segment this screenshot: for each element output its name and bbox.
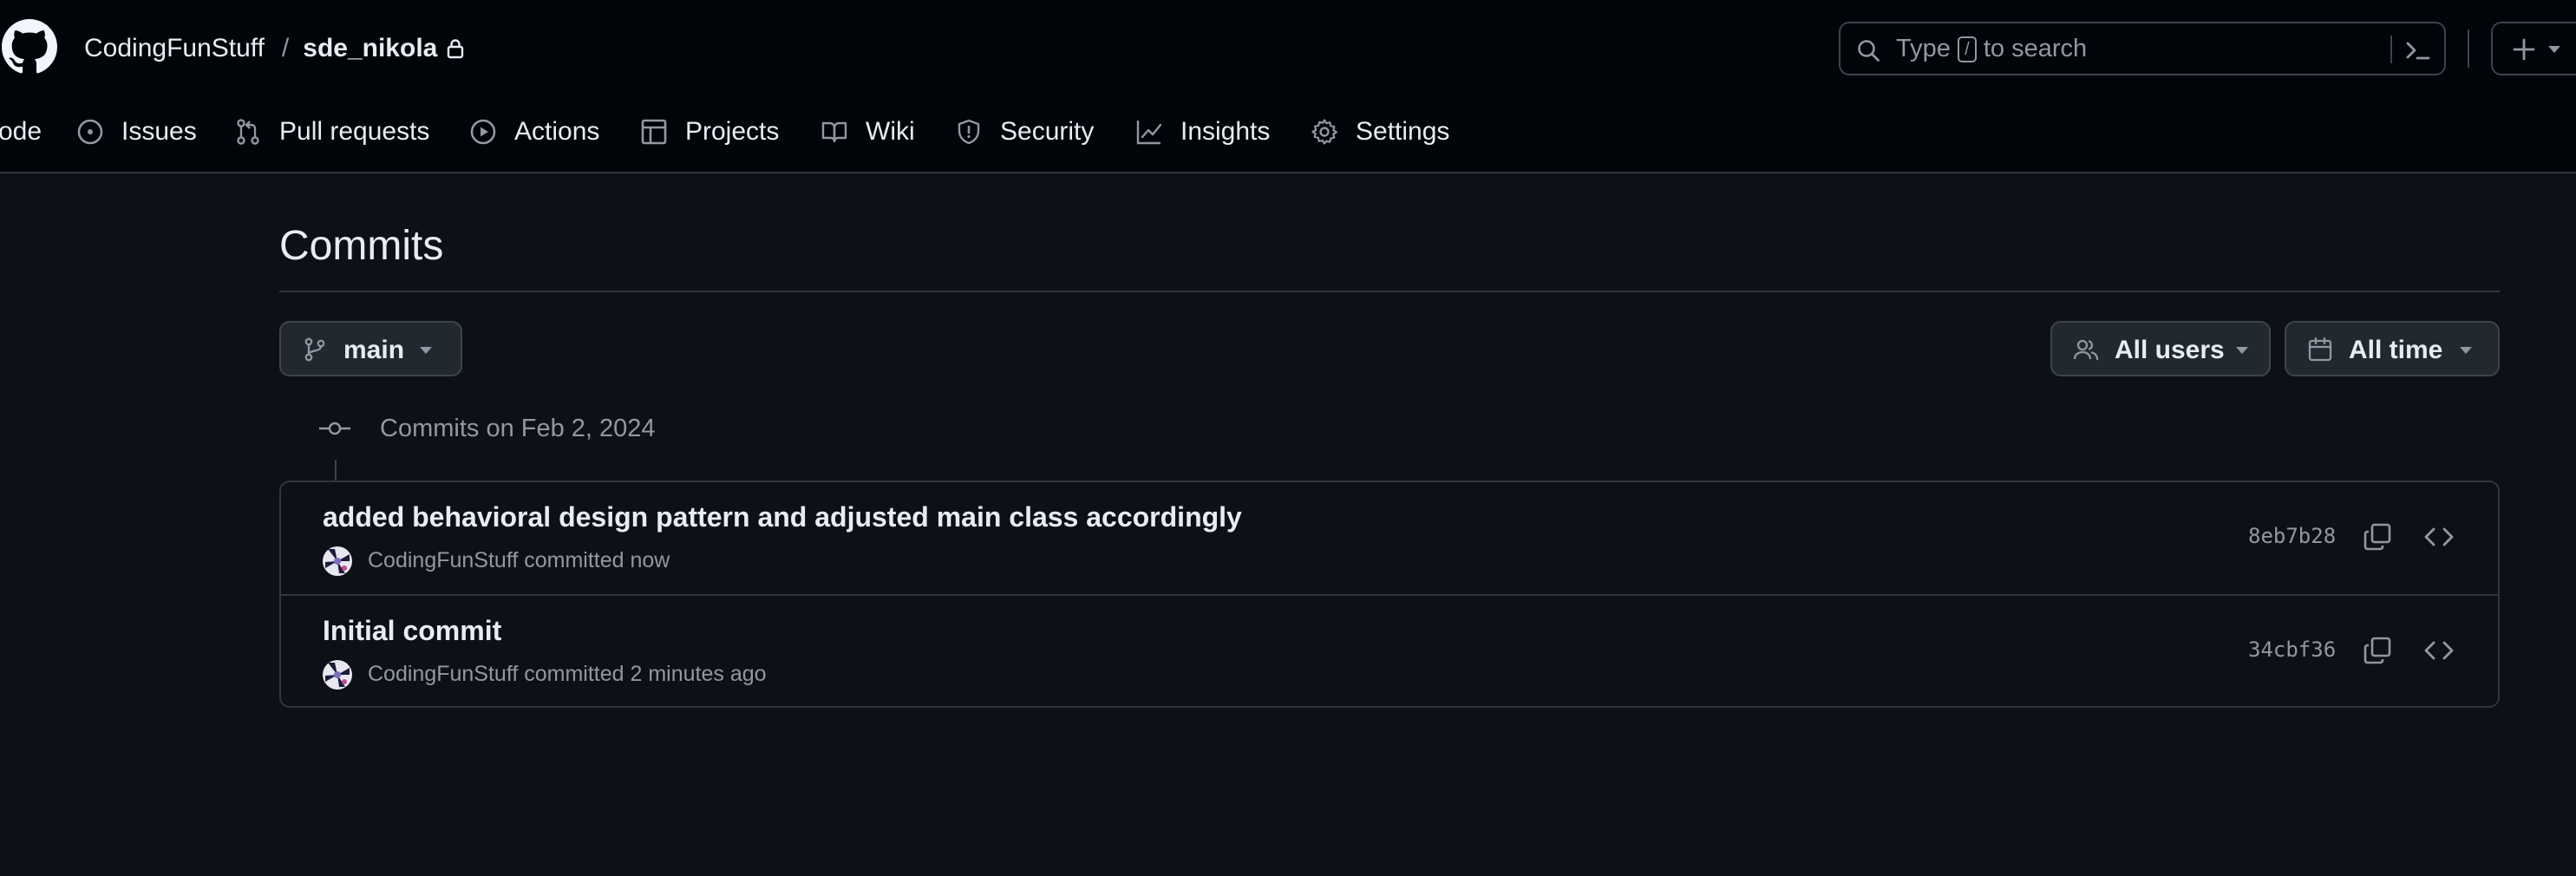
book-icon <box>821 121 847 143</box>
global-header: CodingFunStuff / sde_nikola Type / to se… <box>0 0 2576 173</box>
shield-icon <box>958 119 980 145</box>
lock-icon <box>446 38 465 59</box>
search-placeholder: Type / to search <box>1896 35 2087 63</box>
header-divider <box>2468 29 2469 68</box>
chevron-down-icon <box>2458 345 2474 356</box>
page-title: Commits <box>279 223 444 269</box>
tab-wiki-label: Wiki <box>866 117 915 146</box>
git-commit-icon <box>319 418 350 439</box>
play-icon <box>470 119 496 145</box>
command-palette-icon[interactable] <box>2404 38 2432 62</box>
users-filter-label: All users <box>2115 336 2225 364</box>
commit-list: added behavioral design pattern and adju… <box>279 480 2500 708</box>
tab-insights[interactable]: Insights <box>1135 111 1270 153</box>
commit-row: Initial commit CodingFunStuff committed … <box>281 594 2498 706</box>
tab-projects-label: Projects <box>685 117 780 146</box>
users-filter-button[interactable]: All users <box>2050 321 2271 376</box>
branch-select-button[interactable]: main <box>279 321 462 376</box>
commit-sha-link[interactable]: 34cbf36 <box>2248 637 2336 662</box>
commit-meta: CodingFunStuff committed 2 minutes ago <box>368 662 767 687</box>
search-divider <box>2390 36 2392 63</box>
copy-icon[interactable] <box>2363 636 2392 665</box>
tab-settings-label: Settings <box>1356 117 1450 146</box>
tab-insights-label: Insights <box>1180 117 1271 146</box>
commit-author-link[interactable]: CodingFunStuff <box>368 548 518 572</box>
branch-select-label: main <box>343 336 405 364</box>
search-icon <box>1856 38 1880 62</box>
plus-icon <box>2512 37 2536 62</box>
tab-pull-requests-label: Pull requests <box>279 117 430 146</box>
timeline-line <box>335 460 337 480</box>
tab-actions[interactable]: Actions <box>469 111 599 153</box>
calendar-icon <box>2307 337 2333 363</box>
avatar[interactable] <box>323 660 352 690</box>
tab-pull-requests[interactable]: Pull requests <box>234 111 429 153</box>
git-branch-icon <box>302 337 328 363</box>
tab-security-label: Security <box>1000 117 1095 146</box>
tab-projects[interactable]: Projects <box>640 111 779 153</box>
tab-issues-label: Issues <box>121 117 197 146</box>
tab-actions-label: Actions <box>514 117 600 146</box>
browse-code-icon[interactable] <box>2423 522 2455 552</box>
commit-title-link[interactable]: Initial commit <box>323 615 501 647</box>
commit-row: added behavioral design pattern and adju… <box>281 482 2498 594</box>
breadcrumb-repo-link[interactable]: sde_nikola <box>303 34 437 63</box>
time-filter-label: All time <box>2349 336 2443 364</box>
commit-sha-link[interactable]: 8eb7b28 <box>2248 524 2336 548</box>
issue-icon <box>77 119 103 145</box>
chevron-down-icon <box>418 345 434 356</box>
search-placeholder-prefix: Type <box>1896 35 1951 62</box>
search-placeholder-suffix: to search <box>1983 35 2088 62</box>
github-logo-icon[interactable] <box>2 19 57 75</box>
people-icon <box>2073 337 2099 363</box>
title-divider <box>279 291 2500 292</box>
commit-meta: CodingFunStuff committed now <box>368 548 670 573</box>
time-filter-button[interactable]: All time <box>2285 321 2500 376</box>
breadcrumb-separator: / <box>281 34 290 62</box>
create-new-button[interactable] <box>2491 22 2576 75</box>
tab-code-label: ode <box>0 117 42 146</box>
commit-group-date: Commits on Feb 2, 2024 <box>380 414 656 442</box>
tab-issues[interactable]: Issues <box>76 111 197 153</box>
commit-author-link[interactable]: CodingFunStuff <box>368 662 518 686</box>
chevron-down-icon <box>2234 345 2250 356</box>
avatar[interactable] <box>323 546 352 576</box>
tab-wiki[interactable]: Wiki <box>821 111 915 153</box>
browse-code-icon[interactable] <box>2423 636 2455 665</box>
tab-settings[interactable]: Settings <box>1311 111 1449 153</box>
commit-time: committed 2 minutes ago <box>524 662 767 686</box>
pull-request-icon <box>237 119 259 145</box>
tab-code[interactable]: ode <box>0 111 42 153</box>
search-shortcut-key: / <box>1957 36 1977 62</box>
search-input[interactable]: Type / to search <box>1839 22 2446 75</box>
gear-icon <box>1311 119 1337 145</box>
breadcrumb-owner-link[interactable]: CodingFunStuff <box>84 32 268 65</box>
copy-icon[interactable] <box>2363 522 2392 552</box>
commit-time: committed now <box>524 548 670 572</box>
tab-security[interactable]: Security <box>955 111 1094 153</box>
graph-icon <box>1136 121 1162 145</box>
table-icon <box>641 119 667 145</box>
breadcrumb: CodingFunStuff / sde_nikola <box>84 29 465 68</box>
commit-group-header: Commits on Feb 2, 2024 <box>319 411 656 446</box>
commit-title-link[interactable]: added behavioral design pattern and adju… <box>323 501 1242 533</box>
chevron-down-icon <box>2547 44 2562 55</box>
